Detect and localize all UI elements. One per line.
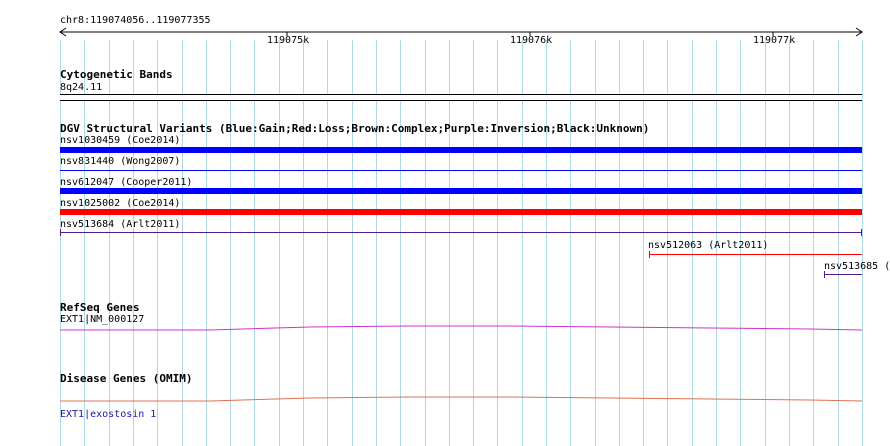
genome-browser-panel: chr8:119074056..119077355 119075k 119076… — [0, 0, 890, 446]
dgv-feature-bar[interactable] — [60, 170, 862, 171]
disease-gene-model[interactable] — [0, 392, 890, 408]
dgv-feature-bar[interactable] — [649, 254, 862, 255]
dgv-feature-bar-endcap — [824, 271, 825, 278]
dgv-feature-label[interactable]: nsv513684 (Arlt2011) — [60, 219, 180, 231]
dgv-feature-bar[interactable] — [60, 209, 862, 215]
dgv-feature-label[interactable]: nsv512063 (Arlt2011) — [648, 240, 768, 252]
dgv-track-title: DGV Structural Variants (Blue:Gain;Red:L… — [60, 122, 650, 135]
disease-gene-label[interactable]: EXT1|exostosin 1 — [60, 409, 156, 421]
cytoband-label[interactable]: 8q24.11 — [60, 82, 102, 94]
dgv-feature-bar[interactable] — [60, 232, 862, 233]
dgv-feature-label[interactable]: nsv1030459 (Coe2014) — [60, 135, 180, 147]
dgv-feature-label[interactable]: nsv831440 (Wong2007) — [60, 156, 180, 168]
dgv-feature-bar-endcap — [649, 251, 650, 258]
dgv-feature-bar[interactable] — [60, 188, 862, 194]
disease-track-title: Disease Genes (OMIM) — [60, 372, 193, 385]
ruler-tick-label-2: 119076k — [510, 35, 553, 46]
dgv-feature-bar-endcap — [861, 229, 862, 236]
dgv-feature-bar[interactable] — [824, 274, 862, 275]
cytoband-track-title: Cytogenetic Bands — [60, 68, 173, 81]
dgv-feature-bar-endcap — [60, 229, 61, 236]
ruler-tick-label-3: 119077k — [753, 35, 796, 46]
dgv-feature-label[interactable]: nsv513685 ( — [824, 261, 890, 273]
refseq-gene-model[interactable] — [0, 320, 890, 336]
ruler-axis[interactable] — [0, 0, 890, 60]
cytoband-band[interactable] — [60, 94, 862, 101]
dgv-feature-bar[interactable] — [60, 147, 862, 153]
refseq-track-title: RefSeq Genes — [60, 301, 140, 314]
ruler-tick-label-1: 119075k — [267, 35, 310, 46]
